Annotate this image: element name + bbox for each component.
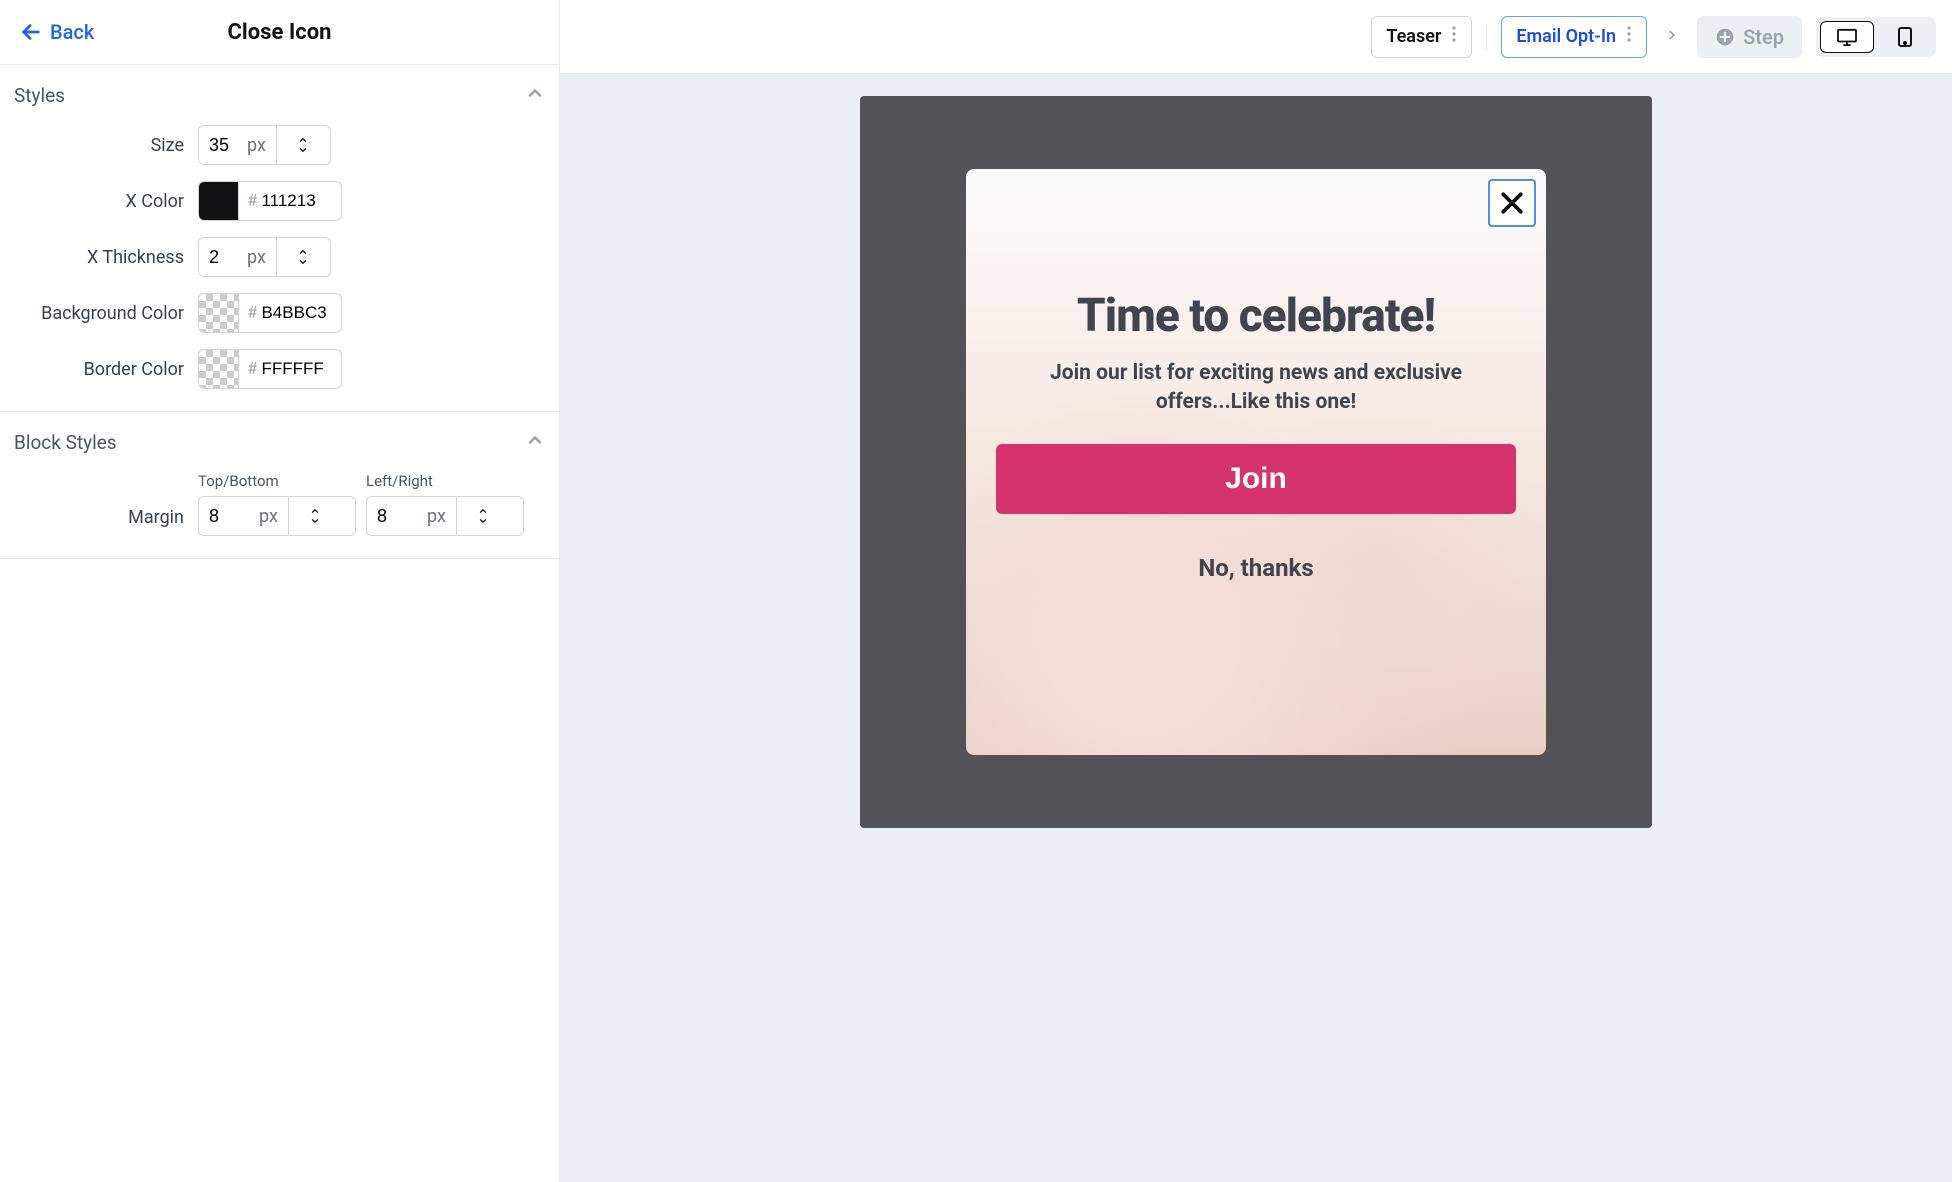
panel-header: Back Close Icon (0, 0, 559, 65)
field-size: Size px (14, 125, 545, 165)
background-color-swatch[interactable] (199, 294, 239, 332)
popup-preview: Time to celebrate! Join our list for exc… (966, 169, 1546, 755)
device-toggle (1816, 17, 1936, 57)
add-step-button[interactable]: Step (1697, 16, 1802, 58)
label-margin-tb: Top/Bottom (198, 472, 356, 490)
step-teaser-label: Teaser (1386, 26, 1441, 47)
x-color-value-input[interactable] (257, 191, 337, 211)
background-color-value-input[interactable] (257, 303, 337, 323)
chevron-right-icon (1661, 27, 1683, 46)
margin-tb-unit: px (259, 506, 288, 527)
panel-title: Close Icon (228, 20, 332, 45)
step-email-optin-button[interactable]: Email Opt-In (1501, 16, 1647, 58)
margin-lr-stepper[interactable] (456, 497, 510, 535)
section-styles-header[interactable]: Styles (0, 65, 559, 125)
margin-tb-input[interactable]: px (198, 496, 356, 536)
margin-tb-stepper[interactable] (288, 497, 342, 535)
size-value-input[interactable] (199, 126, 247, 164)
label-background-color: Background Color (14, 303, 184, 324)
label-margin-lr: Left/Right (366, 472, 524, 490)
label-x-thickness: X Thickness (14, 247, 184, 268)
field-x-color: X Color # (14, 181, 545, 221)
chevron-down-icon (295, 145, 311, 155)
field-x-thickness: X Thickness px (14, 237, 545, 277)
x-thickness-input[interactable]: px (198, 237, 331, 277)
section-block-styles-header[interactable]: Block Styles (0, 412, 559, 472)
section-block-styles-title: Block Styles (14, 431, 117, 454)
desktop-icon (1836, 28, 1858, 46)
section-styles: Styles Size px (0, 65, 559, 412)
field-border-color: Border Color # (14, 349, 545, 389)
x-color-input[interactable]: # (198, 181, 342, 221)
section-styles-title: Styles (14, 84, 65, 107)
size-unit: px (247, 135, 276, 156)
margin-left-right: Left/Right px (366, 472, 524, 536)
hash-icon: # (239, 303, 257, 323)
popup-heading: Time to celebrate! (996, 289, 1516, 343)
chevron-down-icon (475, 516, 491, 526)
field-margin: Margin Top/Bottom px (14, 472, 545, 536)
chevron-up-icon (295, 135, 311, 145)
device-desktop-button[interactable] (1820, 21, 1874, 53)
chevron-down-icon (295, 257, 311, 267)
settings-panel: Back Close Icon Styles Size px (0, 0, 560, 1182)
popup-close-button[interactable] (1488, 179, 1536, 227)
border-color-swatch[interactable] (199, 350, 239, 388)
hash-icon: # (239, 191, 257, 211)
chevron-up-icon (525, 83, 545, 107)
label-border-color: Border Color (14, 359, 184, 380)
main-area: Teaser Email Opt-In Step (560, 0, 1952, 1182)
size-stepper[interactable] (276, 126, 330, 164)
margin-lr-input[interactable]: px (366, 496, 524, 536)
x-thickness-value-input[interactable] (199, 238, 247, 276)
label-size: Size (14, 135, 184, 156)
device-mobile-button[interactable] (1878, 21, 1932, 53)
plus-circle-icon (1715, 27, 1735, 47)
size-input[interactable]: px (198, 125, 331, 165)
more-vertical-icon[interactable] (1451, 25, 1457, 48)
label-margin: Margin (14, 507, 184, 536)
step-email-optin-label: Email Opt-In (1516, 26, 1616, 47)
chevron-up-icon (475, 506, 491, 516)
border-color-input[interactable]: # (198, 349, 342, 389)
section-block-styles: Block Styles Margin Top/Bottom px (0, 412, 559, 559)
label-x-color: X Color (14, 191, 184, 212)
stage: Time to celebrate! Join our list for exc… (860, 96, 1652, 828)
add-step-label: Step (1743, 25, 1784, 49)
border-color-value-input[interactable] (257, 359, 337, 379)
hash-icon: # (239, 359, 257, 379)
popup-body: Join our list for exciting news and excl… (996, 359, 1516, 418)
more-vertical-icon[interactable] (1626, 25, 1632, 48)
margin-top-bottom: Top/Bottom px (198, 472, 356, 536)
back-label: Back (50, 20, 94, 44)
topbar: Teaser Email Opt-In Step (560, 0, 1952, 74)
x-color-swatch[interactable] (199, 182, 239, 220)
x-thickness-stepper[interactable] (276, 238, 330, 276)
popup-cta-button[interactable]: Join (996, 444, 1516, 514)
chevron-up-icon (525, 430, 545, 454)
chevron-up-icon (307, 506, 323, 516)
background-color-input[interactable]: # (198, 293, 342, 333)
back-button[interactable]: Back (20, 20, 94, 44)
margin-lr-unit: px (427, 506, 456, 527)
popup-decline-link[interactable]: No, thanks (996, 554, 1516, 582)
canvas: Time to celebrate! Join our list for exc… (560, 74, 1952, 1182)
mobile-icon (1898, 27, 1912, 47)
step-teaser-button[interactable]: Teaser (1371, 16, 1472, 58)
field-background-color: Background Color # (14, 293, 545, 333)
close-icon (1497, 188, 1527, 218)
margin-tb-value-input[interactable] (199, 497, 259, 535)
chevron-down-icon (307, 516, 323, 526)
margin-lr-value-input[interactable] (367, 497, 427, 535)
chevron-up-icon (295, 247, 311, 257)
x-thickness-unit: px (247, 247, 276, 268)
arrow-left-icon (20, 21, 42, 43)
divider (1486, 24, 1487, 50)
